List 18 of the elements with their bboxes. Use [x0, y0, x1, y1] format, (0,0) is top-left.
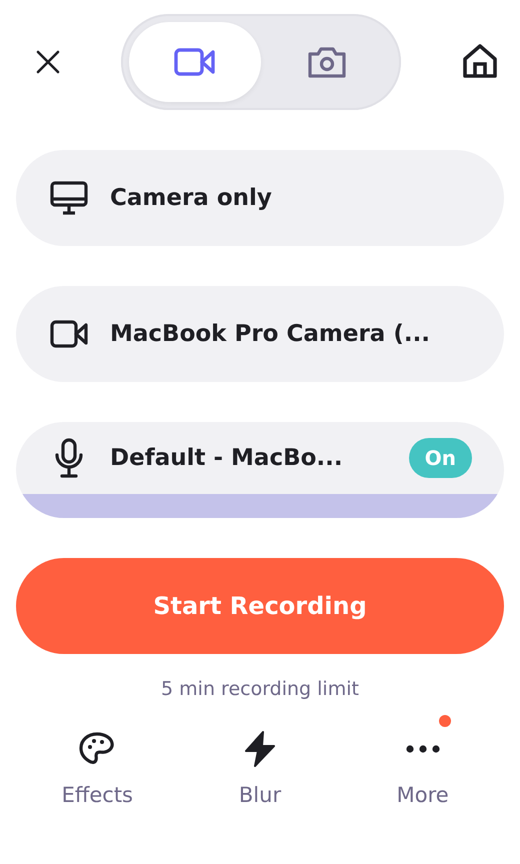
- lightning-bolt-icon: [242, 730, 277, 768]
- recording-limit-note: 5 min recording limit: [160, 678, 360, 700]
- source-selector[interactable]: Default - MacBo... On: [16, 422, 504, 518]
- toolbar-button[interactable]: Effects: [27, 728, 168, 808]
- source-label: MacBook Pro Camera (...: [110, 321, 432, 347]
- source-label: Camera only: [110, 185, 273, 211]
- toolbar-button[interactable]: Blur: [190, 728, 330, 808]
- source-selector[interactable]: MacBook Pro Camera (...: [16, 286, 504, 382]
- camera-icon: [306, 45, 348, 79]
- monitor-icon: [50, 181, 88, 215]
- toolbar-button[interactable]: More: [352, 728, 493, 808]
- video-camera-icon: [174, 47, 216, 77]
- source-selector[interactable]: Camera only: [16, 150, 504, 246]
- video-mode-tab[interactable]: [129, 22, 261, 102]
- start-recording-button[interactable]: Start Recording: [16, 558, 504, 654]
- more-icon: [404, 744, 441, 754]
- source-label: Default - MacBo...: [110, 445, 344, 471]
- video-camera-icon: [50, 319, 88, 349]
